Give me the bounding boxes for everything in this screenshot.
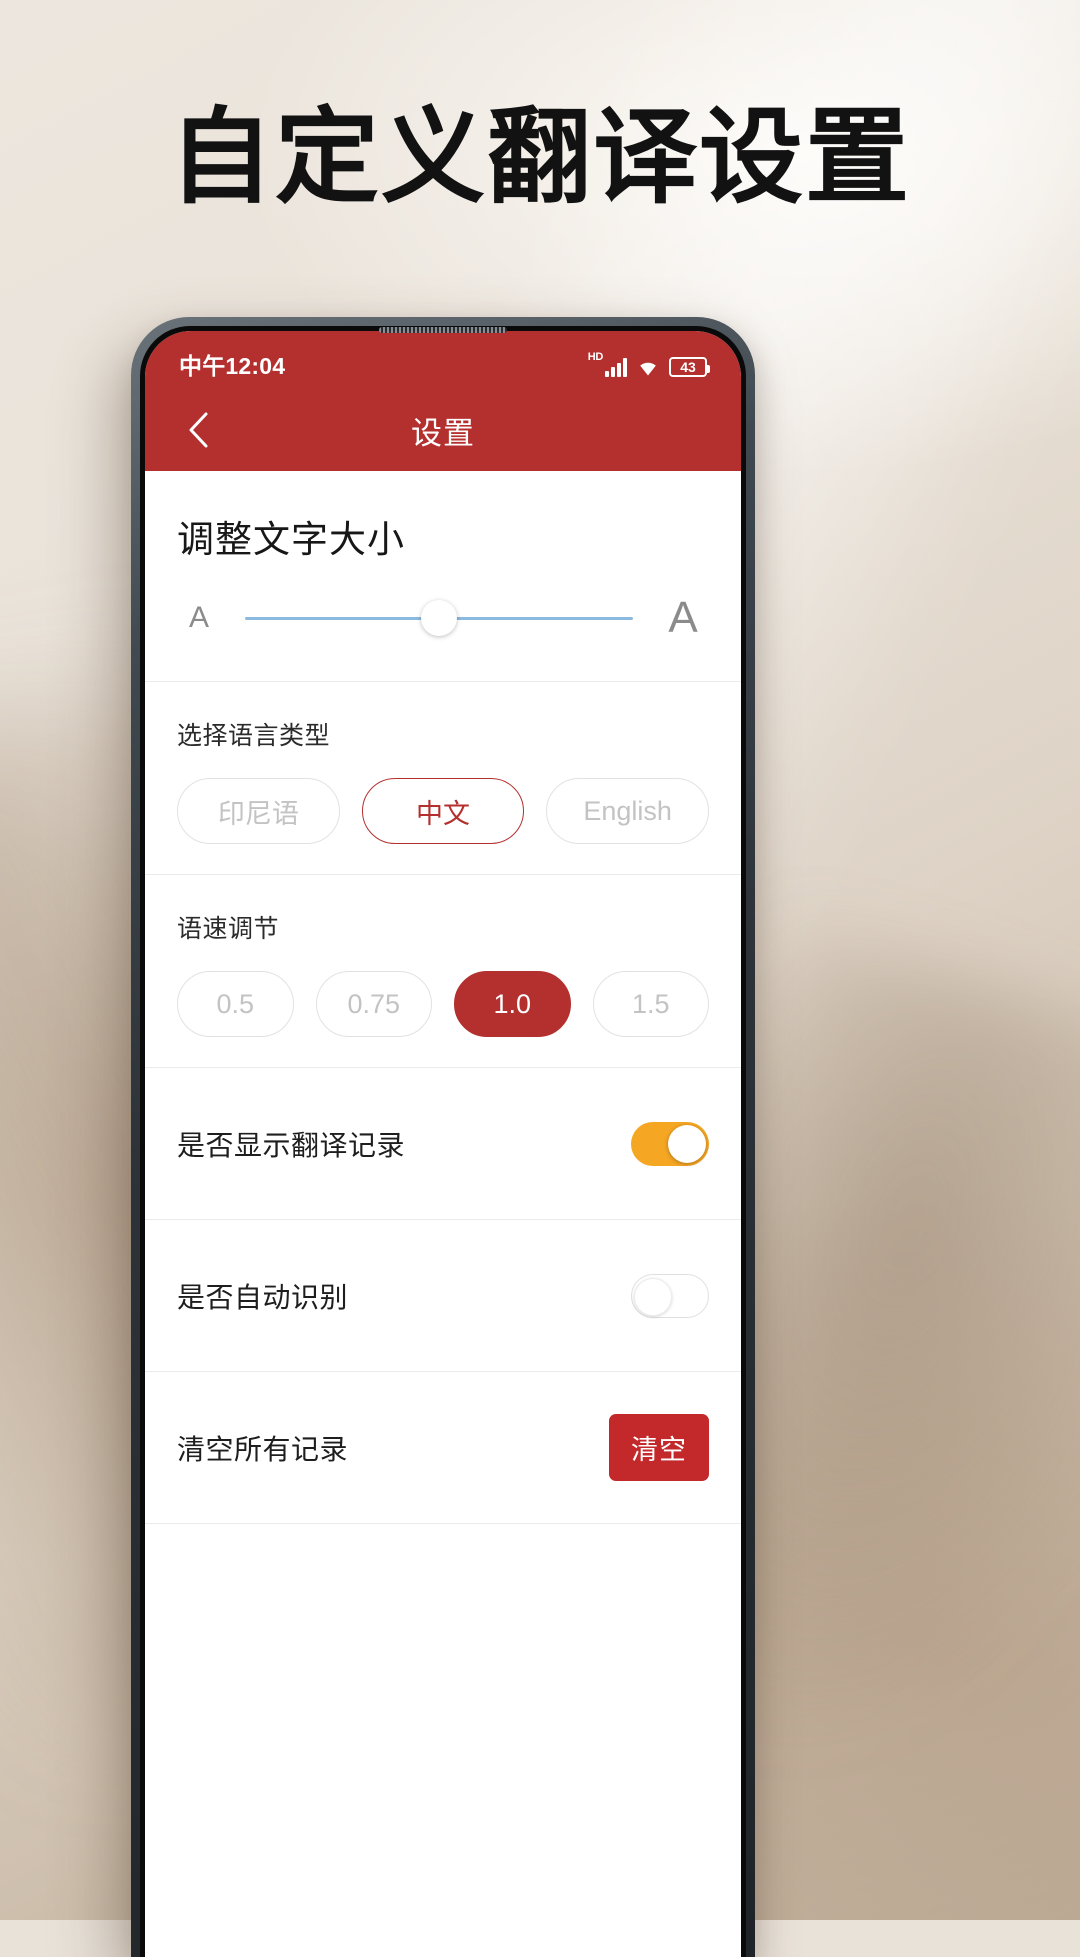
- font-size-title: 调整文字大小: [177, 519, 405, 560]
- speed-options: 0.5 0.75 1.0 1.5: [177, 945, 709, 1067]
- language-option-chinese[interactable]: 中文: [361, 778, 525, 844]
- slider-thumb[interactable]: [421, 600, 457, 636]
- speaker-grille: [379, 327, 507, 333]
- speed-option-0-5[interactable]: 0.5: [177, 971, 294, 1037]
- language-title: 选择语言类型: [177, 722, 331, 750]
- auto-detect-toggle[interactable]: [631, 1273, 709, 1318]
- signal-bars-icon: [605, 357, 627, 377]
- battery-icon: 43: [669, 356, 710, 377]
- font-size-slider[interactable]: [245, 598, 633, 638]
- clear-records-button[interactable]: 清空: [609, 1414, 709, 1481]
- language-options: 印尼语 中文 English: [177, 752, 710, 874]
- toggle-knob: [668, 1124, 706, 1163]
- phone-bezel: 中午12:04 HD 43 设置 调整文字大小 A A 选择语言类型 印尼语 中…: [140, 326, 746, 1957]
- language-option-indonesian[interactable]: 印尼语: [177, 778, 340, 844]
- page-headline: 自定义翻译设置: [168, 95, 911, 218]
- auto-detect-label: 是否自动识别: [177, 1281, 349, 1313]
- content-empty-area: [145, 1524, 741, 1944]
- setting-row-clear-records: 清空所有记录 清空: [145, 1372, 741, 1524]
- hd-signal-group: HD: [587, 350, 627, 377]
- show-history-toggle[interactable]: [631, 1121, 709, 1166]
- setting-row-font-size: 调整文字大小 A A: [145, 471, 741, 682]
- font-size-large-label: A: [668, 593, 698, 642]
- setting-row-speed: 语速调节 0.5 0.75 1.0 1.5: [145, 875, 741, 1068]
- phone-mockup: 中午12:04 HD 43 设置 调整文字大小 A A 选择语言类型 印尼语 中…: [131, 317, 755, 1957]
- setting-row-show-history: 是否显示翻译记录: [145, 1068, 741, 1220]
- speed-option-1-0[interactable]: 1.0: [454, 971, 571, 1037]
- font-size-slider-row: A A: [177, 563, 709, 681]
- wifi-icon: [636, 357, 660, 377]
- setting-row-language: 选择语言类型 印尼语 中文 English: [145, 682, 741, 875]
- speed-option-0-75[interactable]: 0.75: [315, 971, 432, 1037]
- app-bar-title: 设置: [411, 415, 475, 451]
- battery-level: 43: [680, 358, 696, 375]
- hd-icon: HD: [587, 350, 604, 363]
- phone-screen: 中午12:04 HD 43 设置 调整文字大小 A A 选择语言类型 印尼语 中…: [145, 331, 741, 1957]
- clear-records-label: 清空所有记录: [177, 1433, 349, 1465]
- font-size-small-label: A: [188, 601, 209, 634]
- status-icons: HD 43: [587, 350, 710, 377]
- status-time: 中午12:04: [179, 353, 286, 379]
- language-option-english[interactable]: English: [546, 778, 710, 844]
- toggle-knob: [634, 1277, 672, 1316]
- show-history-label: 是否显示翻译记录: [177, 1129, 406, 1161]
- speed-option-1-5[interactable]: 1.5: [592, 971, 709, 1037]
- setting-row-auto-detect: 是否自动识别: [145, 1220, 741, 1372]
- app-bar: 设置: [145, 389, 741, 471]
- status-bar: 中午12:04 HD 43: [145, 331, 741, 389]
- speed-title: 语速调节: [177, 915, 280, 943]
- settings-content: 调整文字大小 A A 选择语言类型 印尼语 中文 English 语速调节 0.…: [145, 471, 741, 1957]
